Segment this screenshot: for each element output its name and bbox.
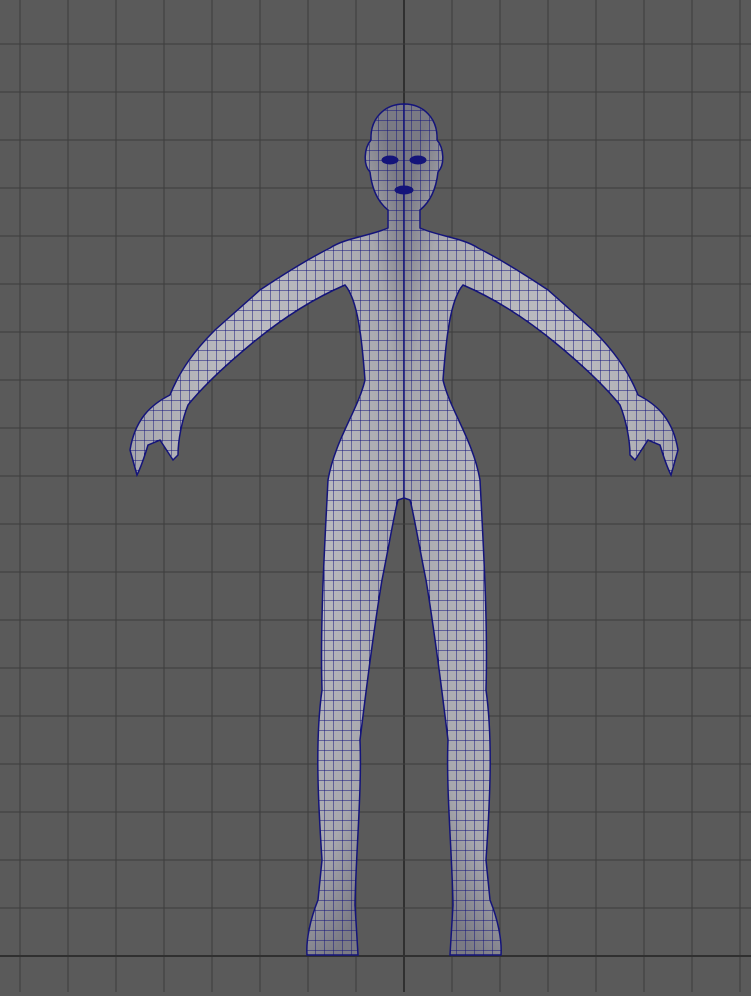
mouth bbox=[394, 185, 414, 195]
right-eye bbox=[409, 155, 427, 165]
3d-viewport[interactable] bbox=[0, 0, 751, 992]
viewport-canvas[interactable] bbox=[0, 0, 751, 992]
wireframe-left-half bbox=[130, 104, 404, 955]
left-eye bbox=[381, 155, 399, 165]
wireframe-right-half bbox=[404, 104, 678, 955]
